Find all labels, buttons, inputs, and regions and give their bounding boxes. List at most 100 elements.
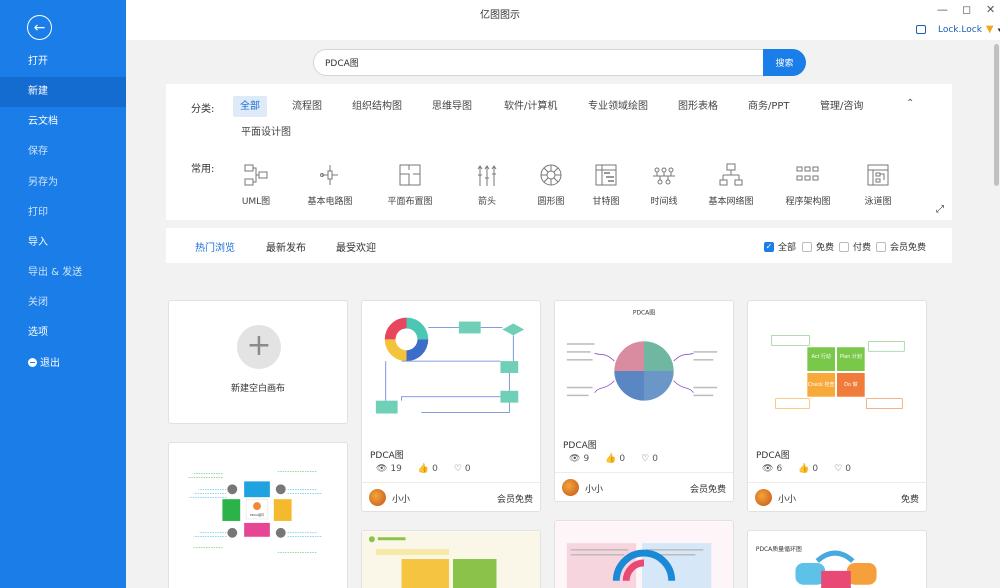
category-mind-map[interactable]: 思维导图 [425,96,479,117]
template-card[interactable]: PDCA循环 [168,442,348,588]
sidebar-item-close[interactable]: 关闭 [0,288,126,318]
heart-icon[interactable]: ♡ [834,464,842,474]
thumbs-up-icon[interactable]: 👍 [798,464,809,474]
template-card[interactable] [361,530,541,588]
plus-icon[interactable]: + [237,325,281,369]
sidebar-item-open[interactable]: 打开 [0,47,126,77]
filter-panel: 分类: 全部 流程图 组织结构图 思维导图 软件/计算机 专业领域绘图 图形表格… [166,84,952,220]
common-label-text: 时间线 [650,197,677,207]
common-circle-chart[interactable]: 圆形图 [521,162,581,207]
category-graphic-table[interactable]: 图形表格 [671,96,725,117]
filter-all[interactable]: ✓ 全部 [764,240,796,253]
back-arrow-icon[interactable]: ← [27,15,52,40]
template-card[interactable]: PDCA图 👁19 👍0 ♡0 小小 会员免费 [361,300,541,512]
category-software[interactable]: 软件/计算机 [497,96,564,117]
filter-paid[interactable]: 付费 [839,240,871,253]
template-thumbnail: Act 行动 Plan 计划 Check 检查 Do 做 [748,301,926,441]
tab-hot[interactable]: 热门浏览 [195,239,235,254]
chat-icon[interactable] [916,25,926,34]
sidebar-item-label: 打印 [28,207,48,218]
template-card[interactable] [554,520,734,588]
author-name[interactable]: 小小 [778,492,796,505]
template-card[interactable]: PDCA图 PDCA图 👁9 👍0 ♡0 小小 会员免费 [554,300,734,502]
network-icon [718,162,744,188]
thumbs-up-icon[interactable]: 👍 [418,464,429,474]
filter-free[interactable]: 免费 [802,240,834,253]
common-label-text: 箭头 [478,197,496,207]
category-management[interactable]: 管理/咨询 [813,96,870,117]
main-content: 亿图图示 — ◻ ✕ Lock.Lock ▼ ▾ 搜索 分类: 全部 流程图 组… [126,0,1000,588]
checkbox-icon[interactable] [839,242,849,252]
sidebar-item-save-as[interactable]: 另存为 [0,168,126,198]
sidebar-item-new[interactable]: 新建 [0,77,126,107]
circle-chart-icon [538,162,564,188]
maximize-icon[interactable]: ◻ [962,3,971,16]
common-floorplan[interactable]: 平面布置图 [380,162,440,207]
scrollbar-thumb[interactable] [994,44,999,186]
user-menu[interactable]: Lock.Lock ▼ ▾ [916,24,1000,35]
common-network[interactable]: 基本网络图 [701,162,761,207]
category-org-chart[interactable]: 组织结构图 [345,96,409,117]
sidebar-item-label: 打开 [28,56,48,67]
thumbs-up-icon[interactable]: 👍 [605,454,616,464]
sidebar-item-label: 导入 [28,237,48,248]
category-business-ppt[interactable]: 商务/PPT [741,96,797,117]
thumbnail-act: Act 行动 [811,353,830,360]
favorite-count: 0 [465,464,471,474]
common-uml[interactable]: UML图 [226,162,286,207]
search-input[interactable] [314,50,762,75]
checkbox-icon[interactable] [802,242,812,252]
sidebar-item-print[interactable]: 打印 [0,198,126,228]
sidebar-item-export-send[interactable]: 导出 & 发送 [0,258,126,288]
filter-label: 全部 [778,240,796,253]
username[interactable]: Lock.Lock [938,25,982,35]
template-card[interactable]: Act 行动 Plan 计划 Check 检查 Do 做 PDCA图 👁6 👍0… [747,300,927,512]
heart-icon[interactable]: ♡ [454,464,462,474]
view-count: 9 [583,454,589,464]
sidebar-item-options[interactable]: 选项 [0,318,126,348]
sidebar: ← 打开 新建 云文档 保存 另存为 打印 导入 导出 & 发送 关闭 选项 退… [0,0,126,588]
sidebar-item-label: 导出 & 发送 [28,267,82,278]
tab-latest[interactable]: 最新发布 [266,239,306,254]
template-title: PDCA图 [563,438,597,451]
filter-label: 免费 [816,240,834,253]
price-badge: 免费 [901,492,919,505]
common-circuit[interactable]: 基本电路图 [300,162,360,207]
sidebar-item-save[interactable]: 保存 [0,137,126,167]
like-count: 0 [432,464,438,474]
floorplan-icon [397,162,423,188]
sidebar-item-import[interactable]: 导入 [0,228,126,258]
common-swimlane[interactable]: 泳道图 [848,162,908,207]
sidebar-item-exit[interactable]: 退出 [0,349,126,379]
minimize-icon[interactable]: — [937,3,948,16]
template-footer: 小小 免费 [748,482,926,512]
category-all[interactable]: 全部 [233,96,267,117]
common-timeline[interactable]: 时间线 [634,162,694,207]
close-icon[interactable]: ✕ [986,3,995,16]
common-label-text: UML图 [242,197,270,207]
eye-icon: 👁 [762,464,773,474]
common-arrow[interactable]: 箭头 [457,162,517,207]
sidebar-item-cloud-docs[interactable]: 云文档 [0,107,126,137]
tab-popular[interactable]: 最受欢迎 [336,239,376,254]
checkbox-checked-icon[interactable]: ✓ [764,242,774,252]
like-count: 0 [812,464,818,474]
filter-member-free[interactable]: 会员免费 [876,240,926,253]
heart-icon[interactable]: ♡ [641,454,649,464]
price-badge: 会员免费 [497,492,533,505]
category-professional[interactable]: 专业领域绘图 [581,96,655,117]
search-button[interactable]: 搜索 [763,49,806,76]
category-graphic-design[interactable]: 平面设计图 [234,122,298,143]
common-gantt[interactable]: 甘特图 [576,162,636,207]
category-flowchart[interactable]: 流程图 [285,96,329,117]
author-name[interactable]: 小小 [585,482,603,495]
expand-icon[interactable]: ⤢ [936,204,944,215]
checkbox-icon[interactable] [876,242,886,252]
common-architecture[interactable]: 程序架构图 [778,162,838,207]
author-name[interactable]: 小小 [392,492,410,505]
chevron-up-icon[interactable]: ⌃ [906,98,914,109]
swimlane-icon [865,162,891,188]
template-card[interactable]: PDCA质量循环图 [747,530,927,588]
scrollbar[interactable] [993,40,1000,588]
new-blank-canvas-card[interactable]: + 新建空白画布 [168,300,348,424]
